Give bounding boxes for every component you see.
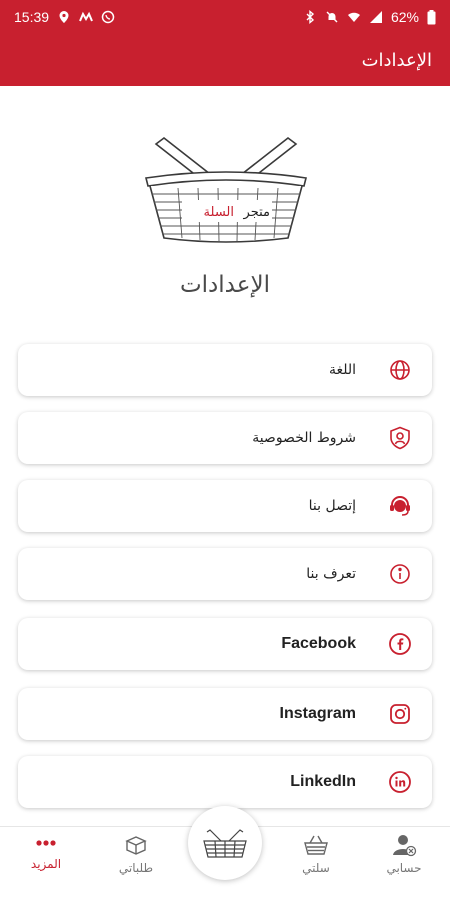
nav-label: حسابي	[386, 861, 422, 875]
whatsapp-notification-icon	[101, 10, 115, 24]
battery-percent: 62%	[390, 9, 419, 25]
settings-item-facebook[interactable]: Facebook	[18, 618, 432, 670]
settings-item-label: تعرف بنا	[306, 566, 356, 582]
bluetooth-icon	[306, 10, 315, 24]
settings-item-label: Facebook	[281, 635, 356, 652]
settings-item-label: اللغة	[328, 362, 356, 378]
status-time: 15:39	[14, 9, 50, 25]
battery-icon	[427, 9, 436, 24]
settings-item-language[interactable]: اللغة	[18, 344, 432, 396]
info-icon	[386, 560, 414, 588]
store-basket-logo: السلة متجر	[145, 136, 307, 243]
settings-item-privacy[interactable]: شروط الخصوصية	[18, 412, 432, 464]
settings-item-linkedin[interactable]: LinkedIn	[18, 756, 432, 808]
basket-logo-icon	[203, 829, 247, 858]
app-bar: الإعدادات	[0, 34, 450, 86]
nav-label: طلباتي	[118, 861, 154, 875]
nav-item-account[interactable]: حسابي	[364, 833, 444, 893]
linkedin-icon	[386, 768, 414, 796]
logo-text-dark: متجر	[243, 205, 270, 220]
logo-text-red: السلة	[204, 205, 234, 220]
home-basket-button[interactable]	[188, 806, 262, 880]
account-icon	[393, 835, 417, 857]
more-dots-icon	[36, 840, 56, 846]
wifi-icon	[347, 12, 360, 22]
instagram-icon	[386, 700, 414, 728]
settings-item-label: إتصل بنا	[308, 498, 356, 514]
settings-item-about-us[interactable]: تعرف بنا	[18, 548, 432, 600]
nav-item-orders[interactable]: طلباتي	[96, 833, 176, 893]
globe-icon	[386, 356, 414, 384]
settings-item-label: Instagram	[279, 705, 356, 722]
status-bar: 15:39 62%	[0, 0, 450, 34]
m-notification-icon	[79, 11, 93, 22]
mute-bell-icon	[326, 11, 338, 23]
settings-item-label: شروط الخصوصية	[252, 430, 356, 446]
location-notification-icon	[59, 11, 69, 23]
settings-item-instagram[interactable]: Instagram	[18, 688, 432, 740]
nav-label: سلتي	[302, 861, 330, 875]
headset-icon	[386, 492, 414, 520]
basket-icon	[304, 835, 328, 855]
signal-icon	[369, 11, 382, 23]
settings-item-contact-us[interactable]: إتصل بنا	[18, 480, 432, 532]
box-icon	[125, 836, 147, 855]
nav-item-cart[interactable]: سلتي	[276, 833, 356, 893]
page-title: الإعدادات	[180, 272, 270, 298]
facebook-icon	[386, 630, 414, 658]
app-bar-title: الإعدادات	[361, 49, 432, 71]
shield-user-icon	[386, 424, 414, 452]
nav-item-more[interactable]: المزيد	[6, 833, 86, 893]
nav-label: المزيد	[30, 857, 62, 871]
settings-item-label: LinkedIn	[290, 773, 356, 790]
